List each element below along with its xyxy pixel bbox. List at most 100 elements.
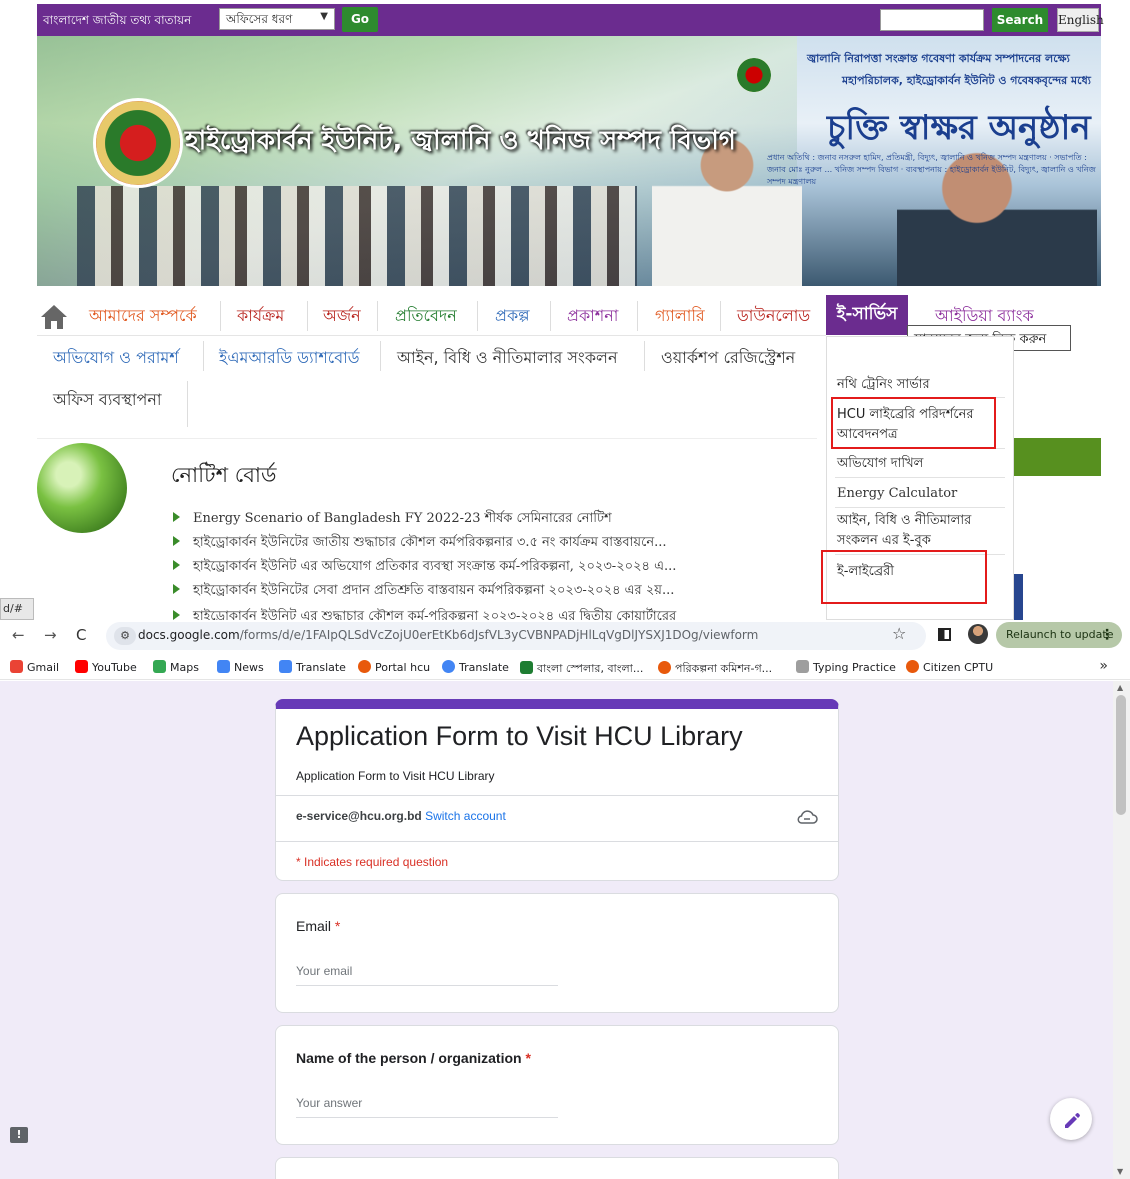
bookmark-typing-practice[interactable]: Typing Practice [796,660,896,674]
status-url: d/# [0,598,34,620]
home-icon[interactable] [37,299,71,333]
dropdown-item-complaint[interactable]: অভিযোগ দাখিল [837,454,1007,474]
account-email: e-service@hcu.org.bd [296,809,422,823]
menu-publications[interactable]: প্রকাশনা [567,303,618,330]
bookmark-google-translate[interactable]: Translate [442,660,509,674]
bookmark-portal-hcu[interactable]: Portal hcu [358,660,430,674]
page-scrollbar[interactable]: ▲ ▼ [1113,681,1130,1179]
name-input[interactable]: Your answer [296,1096,558,1118]
bookmarks-overflow-icon[interactable]: » [1099,658,1108,674]
edit-button[interactable] [1050,1098,1092,1140]
menu-divider [377,301,378,331]
site-search-input[interactable] [880,9,984,31]
bookmark-gmail[interactable]: Gmail [10,660,59,674]
switch-account-link[interactable]: Switch account [425,809,506,823]
account-line: e-service@hcu.org.bd Switch account [296,809,506,823]
menu-projects[interactable]: প্রকল্প [495,303,530,330]
header-banner: হাইড্রোকার্বন ইউনিট, জ্বালানি ও খনিজ সম্… [37,36,1101,286]
chevron-down-icon: ▼ [320,11,328,22]
bullet-icon [173,610,180,620]
form-page: Application Form to Visit HCU Library Ap… [0,681,1113,1179]
form-title: Application Form to Visit HCU Library [296,721,743,751]
address-bar[interactable]: ⚙ docs.google.com/forms/d/e/1FAIpQLSdVcZ… [106,622,926,650]
menu-about[interactable]: আমাদের সম্পর্কে [89,303,197,330]
email-input[interactable]: Your email [296,964,558,986]
government-seal-logo [93,98,183,188]
menu-activities[interactable]: কার্যক্রম [237,303,284,330]
bullet-icon [173,512,180,522]
menu-divider [380,341,381,371]
event-details: প্রধান অতিথি : জনাব নসরুল হামিদ, প্রতিমন… [767,153,1096,186]
menu-divider [187,381,188,427]
side-panel-icon[interactable] [938,628,951,641]
bookmark-planning-commission[interactable]: পরিকল্পনা কমিশন-গ... [658,660,772,679]
go-button[interactable]: Go [342,7,378,32]
dropdown-item-energy-calculator[interactable]: Energy Calculator [837,484,1007,504]
scroll-down-icon[interactable]: ▼ [1117,1167,1123,1176]
portal-icon [358,660,371,673]
bullet-icon [173,560,180,570]
bookmark-news[interactable]: News [217,660,264,674]
bookmark-citizen-cptu[interactable]: Citizen CPTU [906,660,993,674]
notice-item[interactable]: হাইড্রোকার্বন ইউনিট এর অভিযোগ প্রতিকার ব… [173,557,676,578]
event-line-2: মহাপরিচালক, হাইড্রোকার্বন ইউনিট ও গবেষকব… [842,74,1091,87]
profile-avatar[interactable] [968,624,988,644]
notice-item[interactable]: হাইড্রোকার্বন ইউনিটের জাতীয় শুদ্ধাচার ক… [173,533,666,554]
menu-divider [720,301,721,331]
header-divider [276,795,838,796]
highlight-box [821,550,987,604]
bookmark-youtube[interactable]: YouTube [75,660,137,674]
bookmark-translate[interactable]: Translate [279,660,346,674]
english-button[interactable]: English [1057,8,1104,32]
bookmark-bangla-speller[interactable]: বাংলা স্পেলার, বাংলা... [520,660,643,679]
menu-divider [220,301,221,331]
event-line-1: জ্বালানি নিরাপত্তা সংক্রান্ত গবেষণা কার্… [807,52,1070,65]
dropdown-item-ebook[interactable]: আইন, বিধি ও নীতিমালার সংকলন এর ই-বুক [837,511,1007,551]
scroll-thumb[interactable] [1116,695,1126,815]
notice-item[interactable]: হাইড্রোকার্বন ইউনিটের সেবা প্রদান প্রতিশ… [173,581,674,602]
event-emblem-icon [737,58,771,92]
page-icon [796,660,809,673]
bookmarks-bar: Gmail YouTube Maps News Translate Portal… [0,654,1130,680]
required-note: * Indicates required question [296,855,449,869]
dropdown-divider [835,477,1005,478]
menu-divider [307,301,308,331]
bookmark-maps[interactable]: Maps [153,660,199,674]
menu-gallery[interactable]: গ্যালারি [655,303,705,330]
menu-complaints[interactable]: অভিযোগ ও পরামর্শ [53,345,179,372]
dropdown-item-nothi-training[interactable]: নথি ট্রেনিং সার্ভার [837,375,1007,395]
speller-icon [520,661,533,674]
form-header-card: Application Form to Visit HCU Library Ap… [275,699,839,881]
notice-item[interactable]: হাইড্রোকার্বন ইউনিট এর শুদ্ধাচার কৌশল কর… [173,607,676,620]
bookmark-star-icon[interactable]: ☆ [892,624,906,643]
scroll-up-icon[interactable]: ▲ [1117,683,1123,692]
menu-achievements[interactable]: অর্জন [323,303,361,330]
reload-icon[interactable]: C [76,626,86,644]
back-icon[interactable]: ← [12,626,25,644]
bullet-icon [173,536,180,546]
office-type-select[interactable]: অফিসের ধরণ ▼ [219,8,335,30]
menu-divider [477,301,478,331]
more-menu-icon[interactable]: ⋮ [1100,622,1114,648]
feedback-icon[interactable]: ! [10,1127,28,1143]
top-bar: বাংলাদেশ জাতীয় তথ্য বাতায়ন অফিসের ধরণ … [37,4,1104,36]
translate-icon [279,660,292,673]
menu-emrd-dashboard[interactable]: ইএমআরডি ড্যাশবোর্ড [219,345,360,372]
menu-reports[interactable]: প্রতিবেদন [395,303,457,330]
menu-workshop-registration[interactable]: ওয়ার্কশপ রেজিস্ট্রেশন [661,345,795,372]
notice-board-title: নোটিশ বোর্ড [171,463,277,487]
menu-download[interactable]: ডাউনলোড [737,303,810,330]
menu-laws-compilation[interactable]: আইন, বিধি ও নীতিমালার সংকলন [397,345,618,372]
search-button[interactable]: Search [992,8,1048,32]
pencil-icon [1065,1113,1080,1128]
gov-portal-link[interactable]: বাংলাদেশ জাতীয় তথ্য বাতায়ন [43,12,191,32]
forward-icon[interactable]: → [44,626,57,644]
menu-eservice[interactable]: ই-সার্ভিস [826,295,908,335]
site-info-icon[interactable]: ⚙ [114,627,136,645]
dropdown-divider [835,507,1005,508]
portal-icon [658,661,671,674]
relaunch-button[interactable]: Relaunch to update ⋮ [996,622,1122,648]
google-icon [442,660,455,673]
menu-office-management[interactable]: অফিস ব্যবস্থাপনা [53,387,162,414]
notice-item[interactable]: Energy Scenario of Bangladesh FY 2022-23… [173,509,612,530]
